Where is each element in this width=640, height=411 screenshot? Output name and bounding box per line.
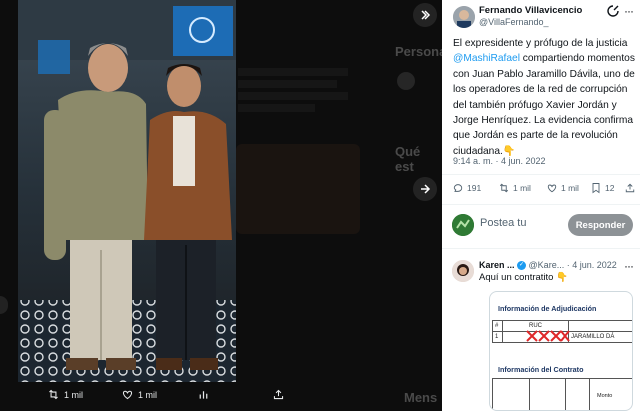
tweet-text: El expresidente y prófugo de la justicia…	[453, 36, 637, 159]
reply-attached-image[interactable]: Información de Adjudicación # RUC N 1 JA…	[489, 291, 633, 411]
media-share-button[interactable]	[272, 388, 285, 401]
bookmark-count: 12	[605, 183, 615, 193]
background-media-thumbnail	[236, 144, 360, 234]
expand-panel-icon[interactable]	[413, 3, 437, 27]
doc-title-contrato: Información del Contrato	[498, 365, 584, 374]
retweet-icon	[499, 183, 509, 193]
background-text-block	[238, 68, 348, 112]
doc-grid-line	[589, 379, 590, 410]
tweet-text-after: compartiendo momentos con Juan Pablo Jar…	[453, 53, 635, 157]
media-analytics-button[interactable]	[197, 388, 210, 401]
doc-cell: 1	[492, 331, 503, 343]
background-section-messages: Mens	[404, 390, 438, 405]
tweet-timestamp[interactable]: 9:14 a. m. · 4 jun. 2022	[453, 156, 546, 166]
author-name[interactable]: Fernando Villavicencio	[479, 5, 582, 16]
doc-contrato-table: Monto	[492, 378, 632, 410]
reply-author-avatar[interactable]	[452, 260, 474, 282]
analytics-icon	[199, 391, 208, 399]
reply-icon	[453, 184, 463, 192]
doc-cell: N	[568, 320, 632, 332]
doc-cell: #	[492, 320, 503, 332]
tweet-mention-link[interactable]: @MashiRafael	[453, 53, 520, 64]
reply-button[interactable]: 191	[452, 182, 481, 194]
like-button[interactable]: 1 mil	[546, 182, 579, 194]
reply-composer-input[interactable]: Postea tu	[480, 217, 526, 229]
heart-icon	[122, 390, 133, 400]
reply-count: 191	[467, 183, 482, 193]
reply-more-options-icon[interactable]: ···	[624, 259, 634, 273]
divider	[442, 248, 640, 249]
tweet-detail-panel: Fernando Villavicencio @VillaFernando_ ·…	[442, 0, 640, 411]
tweet-photo[interactable]	[18, 0, 236, 382]
background-section-personas: Persona	[395, 44, 442, 59]
redaction-mark	[526, 330, 570, 342]
doc-title-adjudicacion: Información de Adjudicación	[498, 304, 597, 313]
divider	[442, 174, 640, 175]
share-icon	[625, 183, 635, 193]
more-options-icon[interactable]: ···	[624, 4, 634, 18]
media-retweet-count: 1 mil	[64, 389, 84, 400]
current-user-avatar[interactable]	[452, 214, 474, 236]
share-icon	[273, 389, 284, 400]
background-avatar	[397, 72, 415, 90]
reply-author-handle[interactable]: @Kare...	[529, 260, 565, 270]
doc-grid-line	[529, 379, 530, 410]
next-media-arrow-icon[interactable]	[413, 177, 437, 201]
retweet-button[interactable]: 1 mil	[498, 182, 531, 194]
doc-col-monto: Monto	[597, 393, 613, 399]
media-like-count: 1 mil	[138, 389, 158, 400]
grok-icon[interactable]	[607, 5, 619, 17]
background-section-trends: Qué est	[395, 144, 421, 174]
doc-cell: JARAMILLO DÁ	[568, 331, 632, 343]
bookmark-icon	[592, 183, 600, 194]
reply-date[interactable]: · 4 jun. 2022	[567, 260, 617, 270]
author-handle[interactable]: @VillaFernando_	[479, 17, 549, 27]
heart-icon	[547, 184, 557, 193]
reply-header: Karen ... ✓ @Kare... · 4 jun. 2022	[479, 260, 617, 271]
doc-grid-line	[565, 379, 566, 410]
tweet-text-before: El expresidente y prófugo de la justicia	[453, 38, 628, 49]
like-count: 1 mil	[561, 183, 579, 193]
retweet-count: 1 mil	[513, 183, 531, 193]
reply-author-name[interactable]: Karen ...	[479, 260, 515, 270]
tweet-stats-bar: 191 1 mil 1 mil 12	[452, 182, 636, 198]
media-like-button[interactable]: 1 mil	[121, 388, 157, 401]
author-avatar[interactable]	[453, 6, 475, 28]
media-retweet-button[interactable]: 1 mil	[47, 388, 83, 401]
retweet-icon	[49, 389, 58, 400]
bookmark-button[interactable]: 12	[590, 182, 614, 194]
verified-badge-icon: ✓	[517, 261, 527, 271]
reply-submit-button[interactable]: Responder	[568, 214, 633, 236]
reply-text: Aquí un contratito 👇	[479, 272, 568, 283]
divider	[442, 204, 640, 205]
share-button[interactable]	[624, 182, 636, 194]
